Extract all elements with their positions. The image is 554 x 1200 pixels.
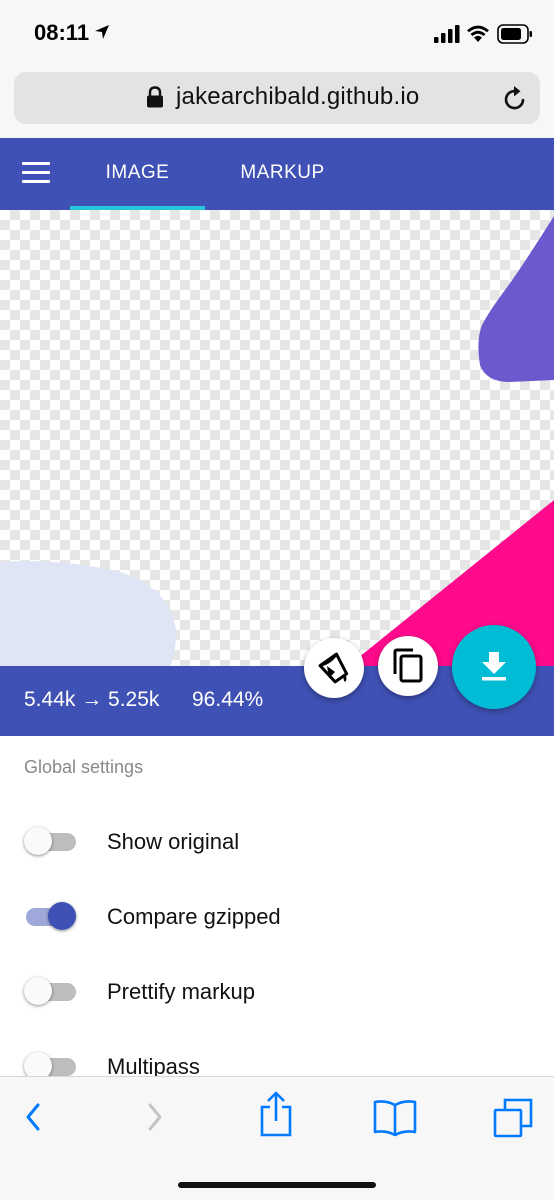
tab-image[interactable]: IMAGE: [70, 138, 205, 210]
battery-icon: [497, 24, 532, 44]
preview-image: [0, 216, 554, 666]
light-blue-shape: [0, 561, 176, 666]
setting-show-original: Show original: [0, 816, 554, 866]
prettify-markup-toggle[interactable]: [24, 976, 78, 1006]
lock-icon: [147, 86, 163, 108]
section-title: Global settings: [24, 757, 144, 777]
tabs-icon[interactable]: [492, 1097, 534, 1139]
paint-bucket-icon: [318, 652, 349, 684]
home-indicator: [178, 1182, 376, 1188]
download-icon: [482, 652, 506, 681]
share-icon[interactable]: [256, 1091, 296, 1139]
bookmarks-icon[interactable]: [372, 1099, 418, 1137]
browser-chrome: jakearchibald.github.io: [0, 62, 554, 138]
status-time: 08:11: [34, 20, 90, 45]
tab-markup[interactable]: MARKUP: [205, 138, 360, 210]
status-bar: 08:11: [0, 0, 554, 62]
setting-label: Prettify markup: [107, 979, 255, 1004]
setting-label: Compare gzipped: [107, 904, 281, 929]
background-toggle-button[interactable]: [304, 638, 364, 698]
location-arrow-icon: [95, 25, 109, 39]
signal-icon: [434, 25, 460, 43]
setting-multipass: Multipass: [0, 1041, 554, 1076]
purple-shape: [478, 216, 554, 382]
image-preview-canvas[interactable]: [0, 210, 554, 666]
size-change-text: 5.44k → 5.25k: [24, 688, 160, 711]
url-field[interactable]: jakearchibald.github.io: [14, 72, 540, 124]
settings-panel: Global settings Show original Compare gz…: [0, 736, 554, 1076]
back-icon[interactable]: [20, 1097, 46, 1137]
copy-button[interactable]: [378, 636, 438, 696]
download-button[interactable]: [452, 625, 536, 709]
setting-label: Multipass: [107, 1054, 200, 1076]
reload-icon[interactable]: [502, 84, 528, 112]
setting-label: Show original: [107, 829, 240, 854]
wifi-icon: [467, 25, 489, 42]
copy-icon: [393, 648, 423, 683]
show-original-toggle[interactable]: [24, 826, 78, 856]
setting-compare-gzipped: Compare gzipped: [0, 891, 554, 941]
url-text: jakearchibald.github.io: [176, 83, 420, 110]
multipass-toggle[interactable]: [24, 1051, 78, 1076]
app-bar: IMAGE MARKUP: [0, 138, 554, 210]
forward-icon[interactable]: [142, 1097, 168, 1137]
setting-prettify-markup: Prettify markup: [0, 966, 554, 1016]
size-percentage: 96.44%: [192, 688, 264, 711]
compare-gzipped-toggle[interactable]: [24, 901, 78, 931]
hamburger-menu-icon[interactable]: [22, 162, 50, 184]
